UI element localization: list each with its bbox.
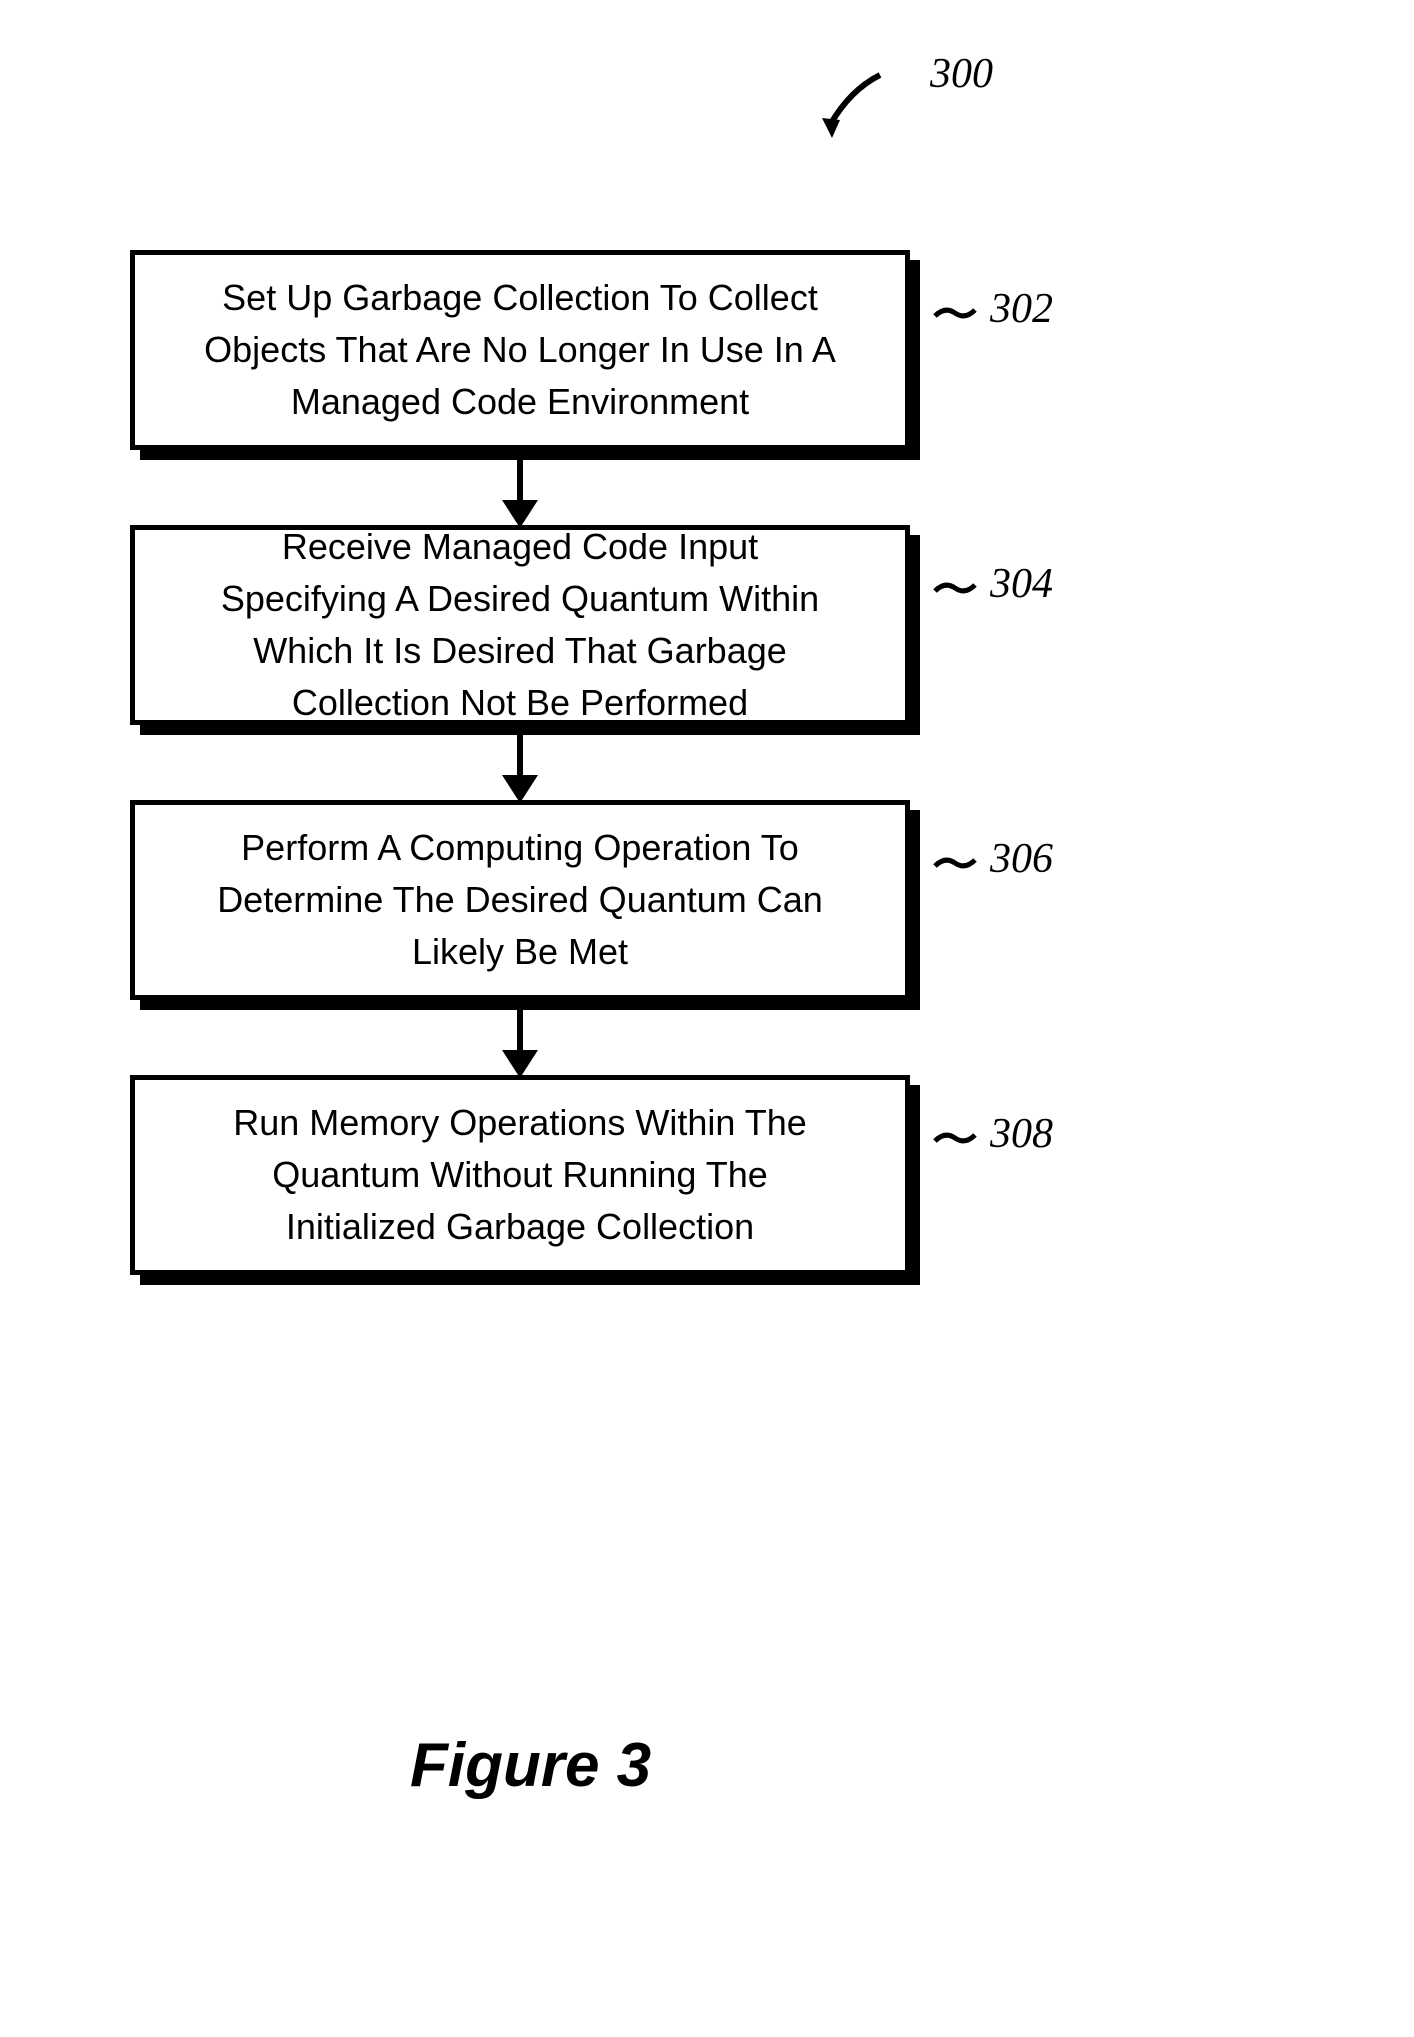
flow-arrow [130,450,910,525]
connector-tilde [930,573,980,603]
reference-label: 304 [990,560,1053,608]
step-text: Set Up Garbage Collection To Collect Obj… [195,272,845,429]
flowchart-step: Run Memory Operations Within The Quantum… [130,1075,1030,1275]
connector-tilde [930,1123,980,1153]
flowchart-box: Set Up Garbage Collection To Collect Obj… [130,250,910,450]
reference-arrow-main [810,60,930,155]
flowchart-step: Receive Managed Code Input Specifying A … [130,525,1030,725]
connector-tilde [930,848,980,878]
reference-label-main: 300 [930,50,993,98]
flowchart-step: Set Up Garbage Collection To Collect Obj… [130,250,1030,450]
connector-tilde [930,298,980,328]
flowchart-box: Run Memory Operations Within The Quantum… [130,1075,910,1275]
step-text: Run Memory Operations Within The Quantum… [195,1097,845,1254]
flow-arrow [130,1000,910,1075]
reference-label: 302 [990,285,1053,333]
reference-label: 306 [990,835,1053,883]
flowchart-box: Receive Managed Code Input Specifying A … [130,525,910,725]
step-text: Receive Managed Code Input Specifying A … [195,521,845,730]
flowchart-box: Perform A Computing Operation To Determi… [130,800,910,1000]
flowchart-step: Perform A Computing Operation To Determi… [130,800,1030,1000]
reference-label: 308 [990,1110,1053,1158]
flowchart-container: Set Up Garbage Collection To Collect Obj… [130,250,1030,1275]
flow-arrow [130,725,910,800]
figure-caption: Figure 3 [410,1730,651,1801]
step-text: Perform A Computing Operation To Determi… [195,822,845,979]
